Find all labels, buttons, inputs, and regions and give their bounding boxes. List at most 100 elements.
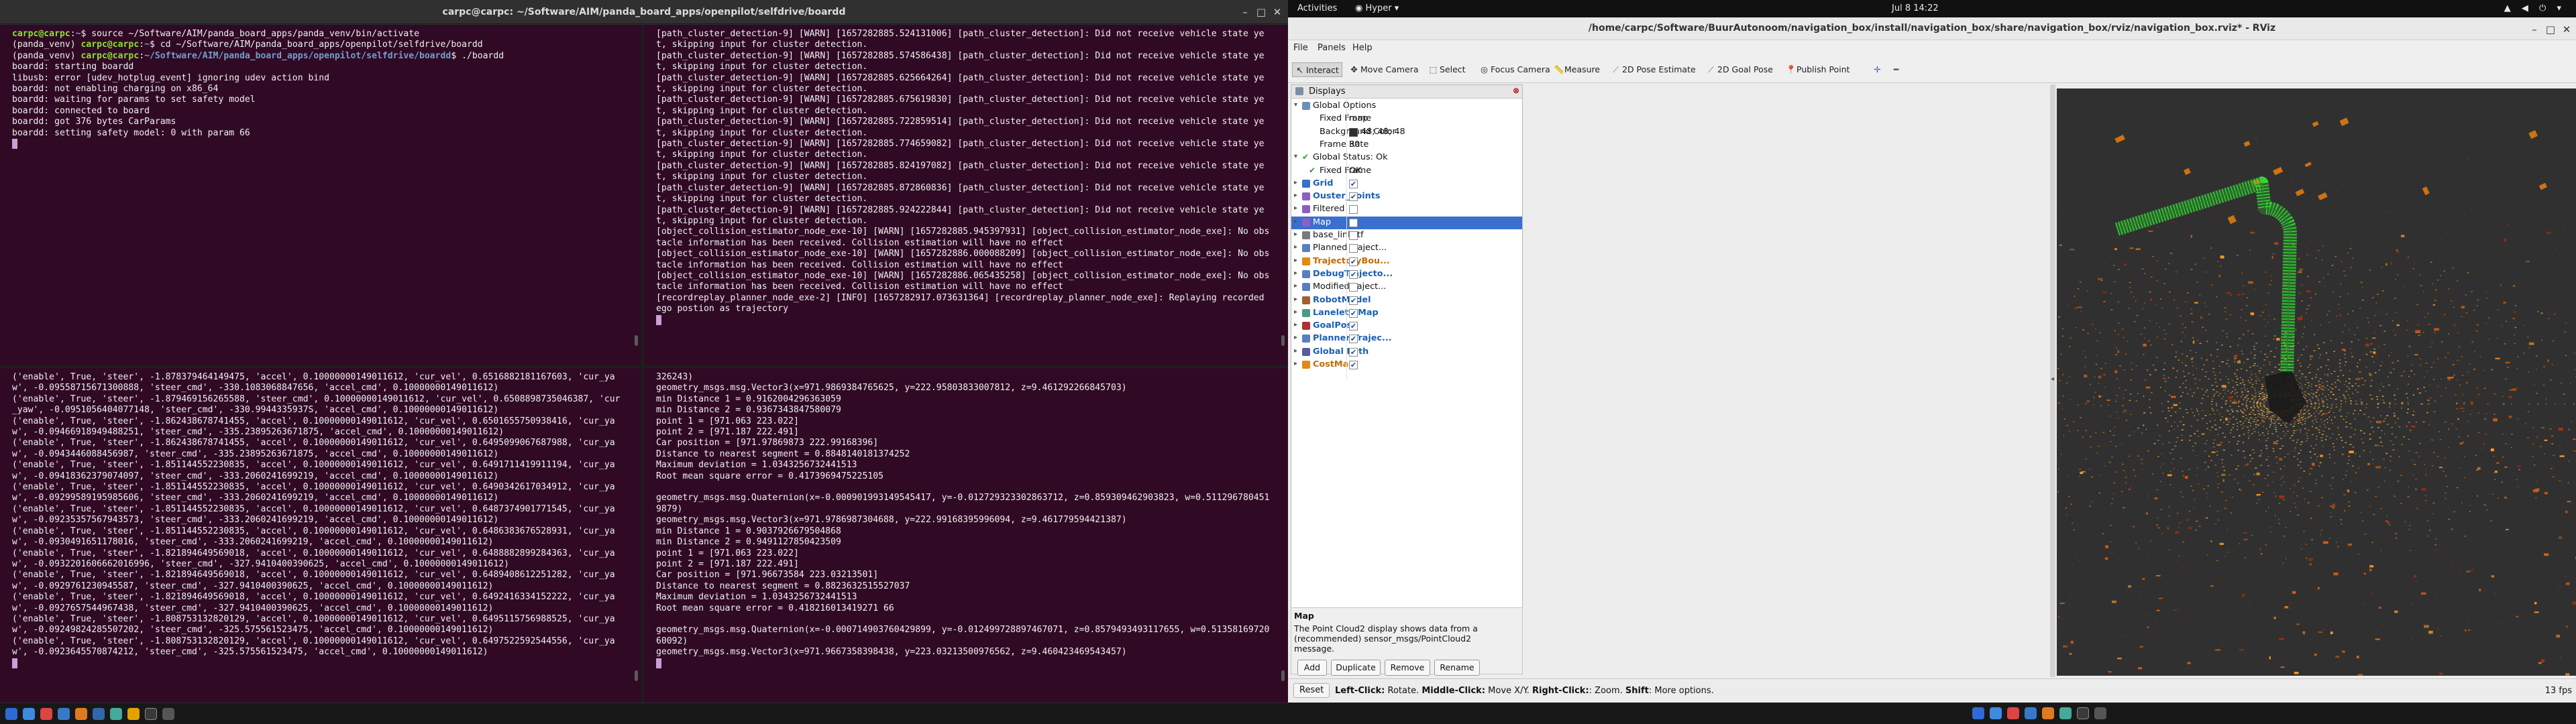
terminal-icon[interactable] (145, 708, 157, 720)
tool-2d-goal-pose[interactable]: ⟋ 2D Goal Pose (1704, 62, 1776, 77)
reset-button[interactable]: Reset (1293, 683, 1330, 698)
expand-right-icon[interactable]: ▸ (1294, 296, 1297, 303)
scrollbar[interactable] (1281, 335, 1285, 346)
tool-move-camera[interactable]: ✥ Move Camera (1347, 62, 1421, 77)
display-item-grid[interactable]: ▸ Grid ✔ (1291, 178, 1522, 190)
tool-interact[interactable]: ↖ Interact (1292, 62, 1342, 77)
terminal-titlebar[interactable]: carpc@carpc: ~/Software/AIM/panda_board_… (0, 0, 1288, 24)
display-item-filtered[interactable]: ▸ Filtered (1291, 203, 1522, 216)
display-item-goalpose[interactable]: ▸ GoalPose ✔ (1291, 320, 1522, 333)
firefox-icon[interactable] (75, 708, 87, 720)
tool-focus-camera[interactable]: ◎ Focus Camera (1477, 62, 1553, 77)
duplicate-button[interactable]: Duplicate (1331, 660, 1381, 676)
visibility-checkbox[interactable]: ✔ (1349, 361, 1358, 369)
display-item-planner-trajec[interactable]: ▸ Planner Trajec... ✔ (1291, 333, 1522, 345)
folder-icon[interactable] (1990, 707, 2002, 719)
folder-icon[interactable] (23, 708, 35, 720)
add-button[interactable]: Add (1297, 660, 1327, 676)
display-item-fixed-frame[interactable]: ✔ Fixed Frame OK (1291, 165, 1522, 178)
tool-select[interactable]: ⬚ Select (1426, 62, 1468, 77)
display-item-costmap[interactable]: ▸ CostMap ✔ (1291, 359, 1522, 371)
display-item-modifiedtraject[interactable]: ▸ModifiedTraject... (1291, 281, 1522, 294)
rviz-titlebar[interactable]: /home/carpc/Software/BuurAutonoom/naviga… (1288, 17, 2576, 40)
visibility-checkbox[interactable] (1349, 218, 1358, 227)
display-item-background-color[interactable]: Background Color 48; 48; 48 (1291, 126, 1522, 139)
app-icon[interactable] (2007, 707, 2019, 719)
expand-right-icon[interactable]: ▸ (1294, 231, 1297, 238)
terminal-pane-boardd[interactable]: carpc@carpc:~$ source ~/Software/AIM/pan… (0, 25, 641, 365)
remove-button[interactable]: Remove (1385, 660, 1430, 676)
pane-divider[interactable] (0, 365, 1288, 368)
collapse-left-icon[interactable]: ◂ (2051, 375, 2054, 383)
terminal-pane-ros-launch[interactable]: [path_cluster_detection-9] [WARN] [16572… (644, 25, 1288, 365)
visibility-checkbox[interactable]: ✔ (1349, 179, 1358, 188)
rviz-icon[interactable] (2094, 707, 2106, 719)
expand-right-icon[interactable]: ▸ (1294, 243, 1297, 251)
maximize-icon[interactable]: □ (2544, 23, 2557, 36)
menu-help[interactable]: Help (1352, 43, 1373, 53)
expand-down-icon[interactable]: ▾ (1294, 101, 1297, 109)
files-icon[interactable] (1972, 707, 1984, 719)
expand-right-icon[interactable]: ▸ (1294, 347, 1297, 355)
minimize-icon[interactable]: – (2528, 23, 2541, 36)
visibility-checkbox[interactable]: ✔ (1349, 347, 1358, 357)
visibility-checkbox[interactable]: ✔ (1349, 192, 1358, 202)
expand-right-icon[interactable]: ▸ (1294, 192, 1297, 199)
expand-right-icon[interactable]: ▸ (1294, 308, 1297, 316)
menu-panels[interactable]: Panels (1318, 43, 1346, 53)
activities-button[interactable]: Activities (1297, 3, 1337, 13)
display-item-trajectorybou[interactable]: ▸TrajectoryBou...✔ (1291, 255, 1522, 268)
visibility-checkbox[interactable]: ✔ (1349, 308, 1358, 318)
expand-right-icon[interactable]: ▸ (1294, 282, 1297, 290)
chrome-icon[interactable] (127, 708, 140, 720)
firefox-icon[interactable] (2042, 707, 2054, 719)
terminal-pane-control[interactable]: ('enable', True, 'steer', -1.87837946414… (0, 368, 641, 703)
expand-right-icon[interactable]: ▸ (1294, 334, 1297, 341)
visibility-checkbox[interactable] (1349, 205, 1358, 215)
vscode-icon[interactable] (110, 708, 122, 720)
visibility-checkbox[interactable] (1349, 283, 1358, 292)
display-item-global-path[interactable]: ▸ Global Path ✔ (1291, 346, 1522, 359)
expand-down-icon[interactable]: ▾ (1294, 153, 1297, 160)
display-item-global-status-ok[interactable]: ▾ ✔ Global Status: Ok (1291, 152, 1522, 164)
rename-button[interactable]: Rename (1434, 660, 1480, 676)
3d-viewport[interactable] (2057, 88, 2576, 676)
app-icon[interactable] (40, 708, 52, 720)
minimize-icon[interactable]: – (1238, 5, 1252, 19)
visibility-checkbox[interactable]: ✔ (1349, 257, 1358, 266)
visibility-checkbox[interactable] (1349, 231, 1358, 240)
expand-right-icon[interactable]: ▸ (1294, 257, 1297, 264)
visibility-checkbox[interactable]: ✔ (1349, 335, 1358, 344)
expand-right-icon[interactable]: ▸ (1294, 269, 1297, 277)
scrollbar[interactable] (635, 335, 638, 346)
display-item-fixed-frame[interactable]: Fixed Frame map (1291, 113, 1522, 125)
display-item-ouster-points[interactable]: ▸Ouster_Points✔ (1291, 190, 1522, 203)
expand-right-icon[interactable]: ▸ (1294, 360, 1297, 367)
add-tool-button[interactable]: ✛ (1870, 62, 1886, 77)
vscode-icon[interactable] (2059, 707, 2072, 719)
expand-right-icon[interactable]: ▸ (1294, 179, 1297, 186)
display-item-debugtrajecto[interactable]: ▸DebugTrajecto...✔ (1291, 268, 1522, 281)
visibility-checkbox[interactable] (1349, 244, 1358, 253)
tool-2d-pose-estimate[interactable]: ⟋ 2D Pose Estimate (1609, 62, 1699, 77)
scrollbar[interactable] (635, 670, 638, 681)
color-swatch[interactable] (1349, 127, 1358, 137)
scrollbar[interactable] (1281, 670, 1285, 681)
terminal-icon[interactable] (2077, 707, 2089, 719)
expand-right-icon[interactable]: ▸ (1294, 218, 1297, 225)
visibility-checkbox[interactable]: ✔ (1349, 296, 1358, 305)
display-item-frame-rate[interactable]: Frame Rate 30 (1291, 139, 1522, 152)
tool-measure[interactable]: 📏Measure (1551, 62, 1603, 77)
display-item-planned-traject[interactable]: ▸ Planned Traject... (1291, 242, 1522, 255)
display-item-lanelet2-map[interactable]: ▸ Lanelet2 Map ✔ (1291, 307, 1522, 320)
files-icon[interactable] (5, 708, 17, 720)
visibility-checkbox[interactable]: ✔ (1349, 269, 1358, 279)
visibility-checkbox[interactable]: ✔ (1349, 322, 1358, 331)
display-item-global-options[interactable]: ▾ Global Options (1291, 100, 1522, 113)
display-item-robotmodel[interactable]: ▸ RobotModel ✔ (1291, 294, 1522, 307)
tool-publish-point[interactable]: 📍Publish Point (1783, 62, 1853, 77)
chat-icon[interactable] (2025, 707, 2037, 719)
menu-file[interactable]: File (1293, 43, 1308, 53)
files-icon[interactable] (93, 708, 105, 720)
app-menu[interactable]: ◉ Hyper ▾ (1355, 3, 1399, 13)
